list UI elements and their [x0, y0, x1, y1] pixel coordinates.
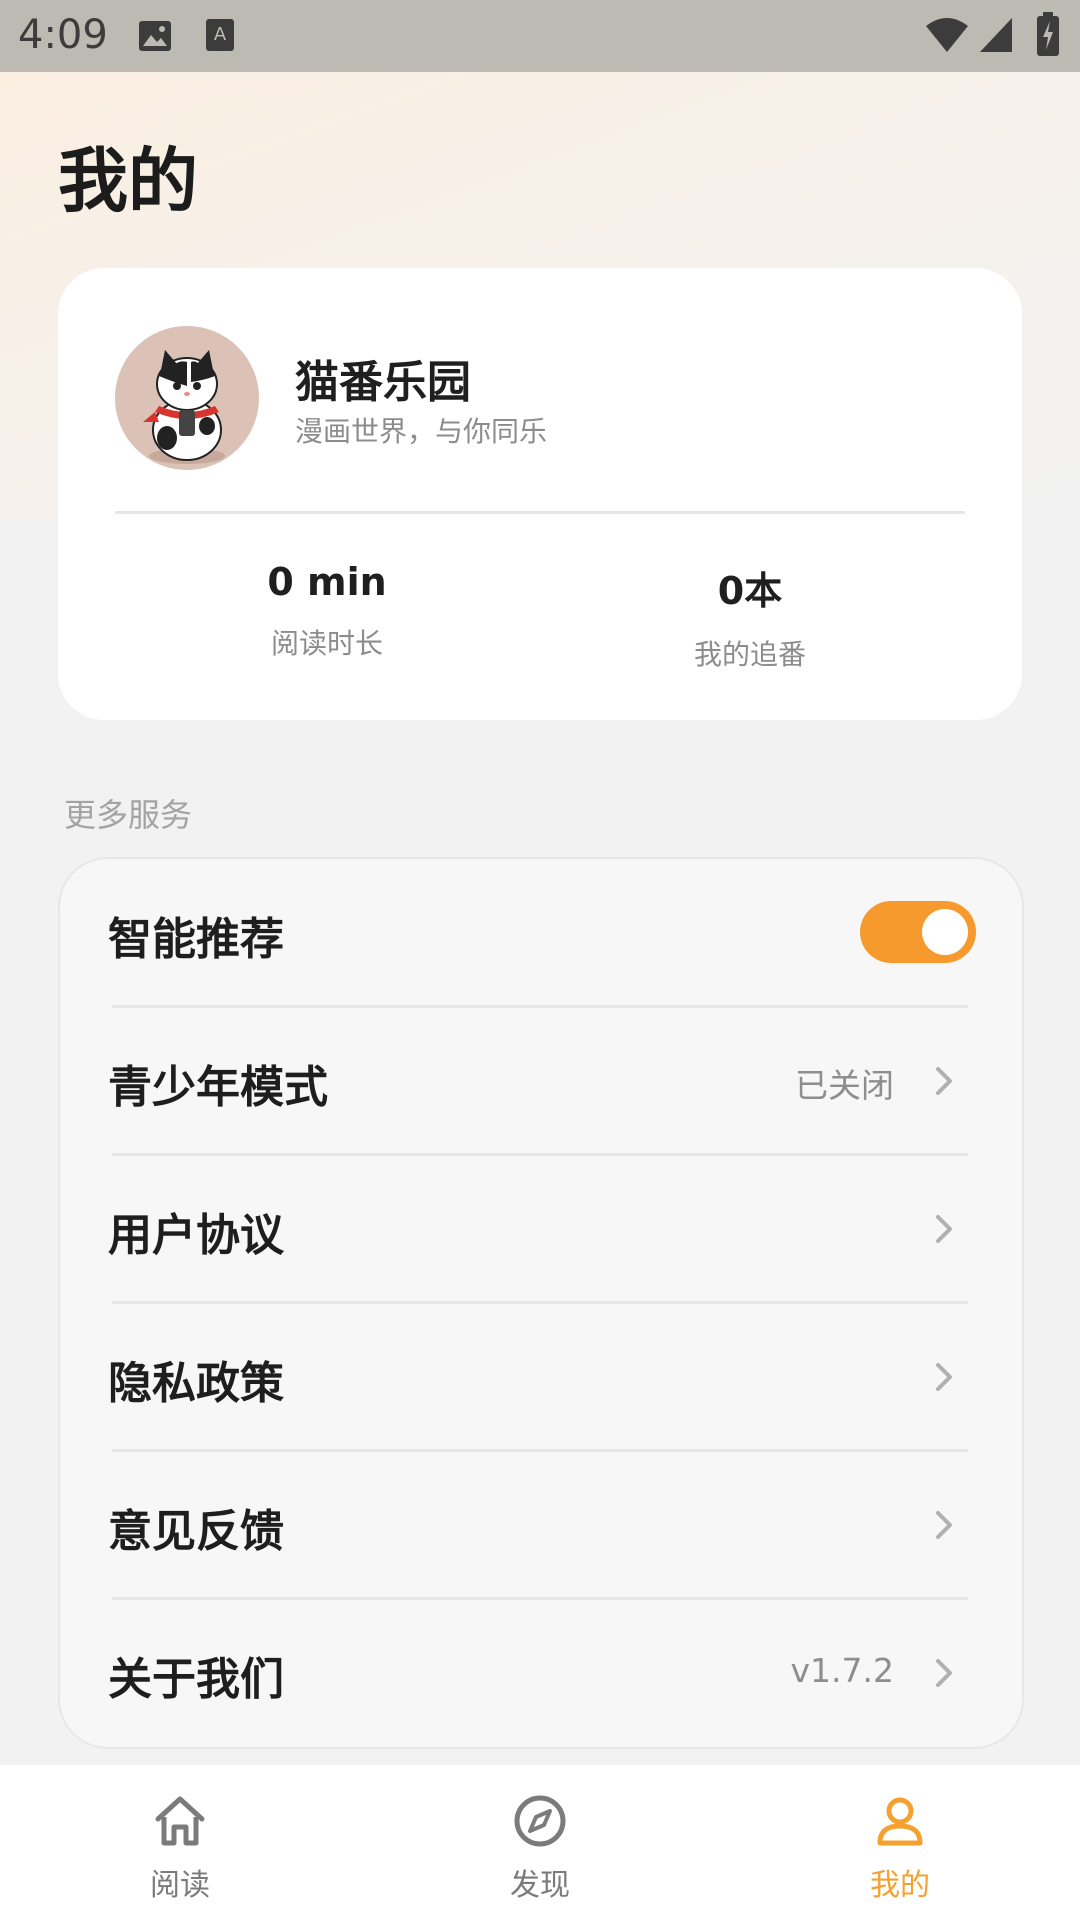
row-label: 智能推荐 [108, 914, 284, 965]
stat-value: 0 min [267, 560, 387, 604]
compass-icon [514, 1795, 566, 1847]
chevron-right-icon [936, 1363, 952, 1391]
privacy-policy-row[interactable]: 隐私政策 [60, 1303, 1022, 1451]
user-icon [877, 1797, 923, 1846]
chevron-right-icon [936, 1511, 952, 1539]
section-label: 更多服务 [64, 796, 193, 834]
stat-label: 阅读时长 [270, 627, 383, 660]
nav-item-mine[interactable]: 我的 [800, 1765, 1000, 1920]
smart-recommend-row: 智能推荐 [60, 859, 1022, 1007]
avatar[interactable] [115, 326, 259, 470]
row-label: 关于我们 [108, 1654, 284, 1705]
chevron-right-icon [936, 1659, 952, 1687]
row-label: 用户协议 [108, 1210, 284, 1261]
feedback-row[interactable]: 意见反馈 [60, 1451, 1022, 1599]
stat-value: 0本 [717, 569, 783, 613]
stat-label: 我的追番 [693, 638, 806, 671]
profile-name: 猫番乐园 [295, 357, 471, 408]
nav-label: 发现 [510, 1868, 570, 1903]
battery-icon [1037, 12, 1059, 56]
chevron-right-icon [936, 1215, 952, 1243]
row-label: 意见反馈 [108, 1506, 284, 1557]
svg-text:A: A [214, 24, 227, 45]
status-bar: 4:09 A [0, 0, 1080, 72]
row-label: 隐私政策 [108, 1358, 284, 1409]
status-time: 4:09 [18, 12, 108, 58]
nav-label: 我的 [870, 1868, 930, 1903]
bottom-nav: 阅读 发现 我的 [0, 1765, 1080, 1920]
home-icon [155, 1796, 205, 1846]
stat-following[interactable]: 0本 我的追番 [630, 560, 870, 673]
stat-reading-time[interactable]: 0 min 阅读时长 [207, 560, 447, 662]
page-title: 我的 [58, 140, 198, 222]
about-us-row[interactable]: 关于我们 v1.7.2 [60, 1599, 1022, 1747]
nav-item-read[interactable]: 阅读 [80, 1765, 280, 1920]
profile-card[interactable]: 猫番乐园 漫画世界，与你同乐 0 min 阅读时长 0本 我的追番 [58, 268, 1022, 720]
signal-icon [980, 18, 1012, 52]
teen-mode-row[interactable]: 青少年模式 已关闭 [60, 1007, 1022, 1155]
row-value: 已关闭 [795, 1066, 894, 1105]
version-value: v1.7.2 [790, 1651, 895, 1690]
cat-avatar-icon [115, 326, 259, 470]
smart-recommend-toggle[interactable] [860, 901, 976, 963]
chevron-right-icon [936, 1067, 952, 1095]
divider [115, 511, 965, 514]
services-card: 智能推荐 青少年模式 已关闭 用户协议 隐私政策 意见反馈 关于我们 v1.7.… [58, 857, 1024, 1749]
image-notification-icon [139, 21, 171, 51]
keyboard-notification-icon: A [206, 19, 234, 51]
toggle-knob [922, 909, 968, 955]
user-agreement-row[interactable]: 用户协议 [60, 1155, 1022, 1303]
nav-item-discover[interactable]: 发现 [440, 1765, 640, 1920]
row-label: 青少年模式 [108, 1062, 328, 1113]
profile-slogan: 漫画世界，与你同乐 [295, 415, 548, 448]
wifi-icon [926, 18, 968, 52]
nav-label: 阅读 [150, 1868, 210, 1903]
